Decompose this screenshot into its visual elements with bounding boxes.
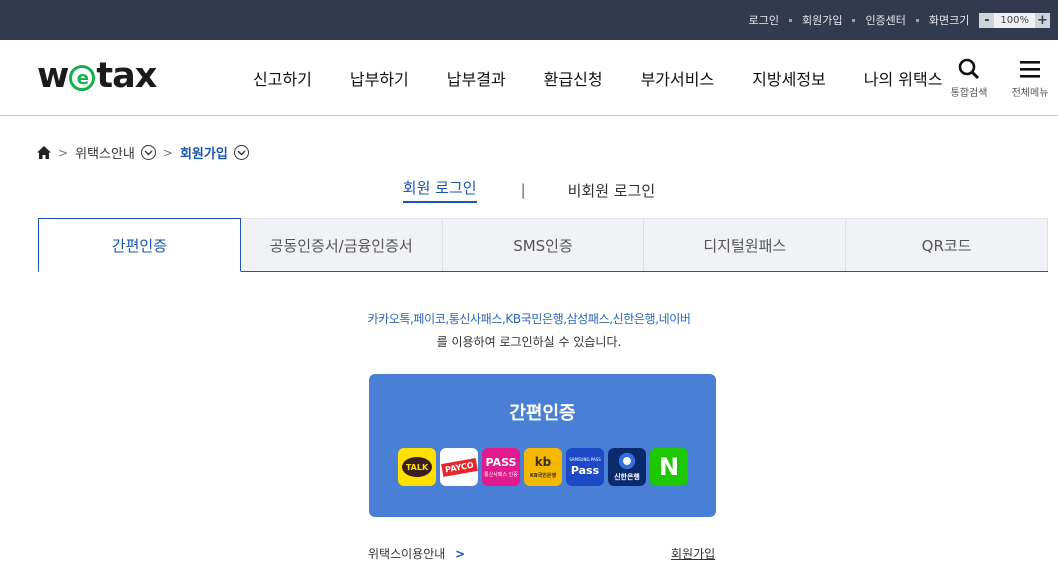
separator-dot <box>852 18 856 22</box>
integrated-search-button[interactable]: 통합검색 <box>949 58 989 99</box>
site-header: w e tax 신고하기 납부하기 납부결과 환급신청 부가서비스 지방세정보 … <box>0 40 1058 116</box>
tab-joint-certificate[interactable]: 공동인증서/금융인증서 <box>240 218 443 271</box>
login-type-switch: 회원 로그인 | 비회원 로그인 <box>0 177 1058 203</box>
zoom-value: 100% <box>994 12 1035 28</box>
login-description: 를 이용하여 로그인하실 수 있습니다. <box>436 335 622 349</box>
login-link[interactable]: 로그인 <box>749 12 779 28</box>
wetax-guide-link[interactable]: 위택스이용안내 > <box>368 545 465 562</box>
utility-links: 로그인 회원가입 인증센터 화면크기 - 100% + <box>749 0 1050 40</box>
logo-text-tax: tax <box>96 56 157 96</box>
chevron-down-icon[interactable] <box>140 145 156 160</box>
tab-simple-auth[interactable]: 간편인증 <box>38 218 241 272</box>
pass-icon: PASS 통신사패스 인증 <box>482 448 520 486</box>
separator-dot <box>915 18 919 22</box>
shinhan-bank-icon: 신한은행 <box>608 448 646 486</box>
providers-text: 카카오톡,페이코,통신사패스,KB국민은행,삼성패스,신한은행,네이버 <box>367 312 691 326</box>
switch-divider: | <box>520 181 526 199</box>
nav-item-local-tax-info[interactable]: 지방세정보 <box>752 66 826 90</box>
payco-icon: PAYCO <box>440 448 478 486</box>
hamburger-icon <box>1020 61 1040 78</box>
nav-item-my-wetax[interactable]: 나의 위택스 <box>864 66 943 90</box>
search-label: 통합검색 <box>950 88 988 99</box>
cert-center-link[interactable]: 인증센터 <box>865 12 905 28</box>
member-login-tab[interactable]: 회원 로그인 <box>402 177 477 203</box>
tab-sms-auth[interactable]: SMS인증 <box>442 218 645 271</box>
simple-auth-panel[interactable]: 간편인증 TALK PAYCO PASS 통신사패스 인증 kb KB국민은행 SA… <box>369 374 716 517</box>
logo-text-w: w <box>37 56 69 96</box>
top-utility-bar: 로그인 회원가입 인증센터 화면크기 - 100% + <box>0 0 1058 40</box>
main-navigation: 신고하기 납부하기 납부결과 환급신청 부가서비스 지방세정보 나의 위택스 <box>234 40 961 116</box>
logo-e-mark: e <box>69 65 96 91</box>
kakao-icon: TALK <box>398 448 436 486</box>
separator-dot <box>788 18 792 22</box>
chevron-right-icon: > <box>162 145 173 160</box>
breadcrumb: > 위택스안내 > 회원가입 <box>37 143 249 162</box>
all-menu-button[interactable]: 전체메뉴 <box>1008 58 1052 99</box>
chevron-right-icon: > <box>455 547 466 561</box>
nav-item-pay[interactable]: 납부하기 <box>350 66 409 90</box>
chevron-down-icon[interactable] <box>233 145 249 160</box>
nav-item-report[interactable]: 신고하기 <box>253 66 312 90</box>
signup-link[interactable]: 회원가입 <box>802 12 842 28</box>
join-link[interactable]: 회원가입 <box>671 545 715 562</box>
zoom-out-button[interactable]: - <box>979 12 995 28</box>
breadcrumb-level1[interactable]: 위택스안내 <box>75 143 135 162</box>
menu-label: 전체메뉴 <box>1011 88 1049 99</box>
provider-icons: TALK PAYCO PASS 통신사패스 인증 kb KB국민은행 SAMSUNG… <box>398 448 692 486</box>
auth-method-tabs: 간편인증 공동인증서/금융인증서 SMS인증 디지털원패스 QR코드 <box>38 218 1048 272</box>
non-member-login-tab[interactable]: 비회원 로그인 <box>568 180 656 201</box>
panel-title: 간편인증 <box>509 403 576 424</box>
naver-icon: N <box>650 448 688 486</box>
nav-item-refund[interactable]: 환급신청 <box>544 66 603 90</box>
samsung-pass-icon: SAMSUNG PASS Pass <box>566 448 604 486</box>
kb-bank-icon: kb KB국민은행 <box>524 448 562 486</box>
zoom-label: 화면크기 <box>928 14 970 27</box>
breadcrumb-current[interactable]: 회원가입 <box>180 143 228 162</box>
wetax-logo[interactable]: w e tax <box>37 56 157 96</box>
search-icon <box>958 58 980 80</box>
nav-item-pay-result[interactable]: 납부결과 <box>447 66 506 90</box>
home-icon[interactable] <box>37 146 51 159</box>
tab-digital-onepass[interactable]: 디지털원패스 <box>644 218 847 271</box>
chevron-right-icon: > <box>58 145 69 160</box>
tab-qr-code[interactable]: QR코드 <box>846 218 1048 271</box>
zoom-in-button[interactable]: + <box>1035 12 1050 28</box>
guide-link-label: 위택스이용안내 <box>368 547 446 561</box>
nav-item-extra-services[interactable]: 부가서비스 <box>641 66 715 90</box>
zoom-control: - 100% + <box>979 12 1050 28</box>
